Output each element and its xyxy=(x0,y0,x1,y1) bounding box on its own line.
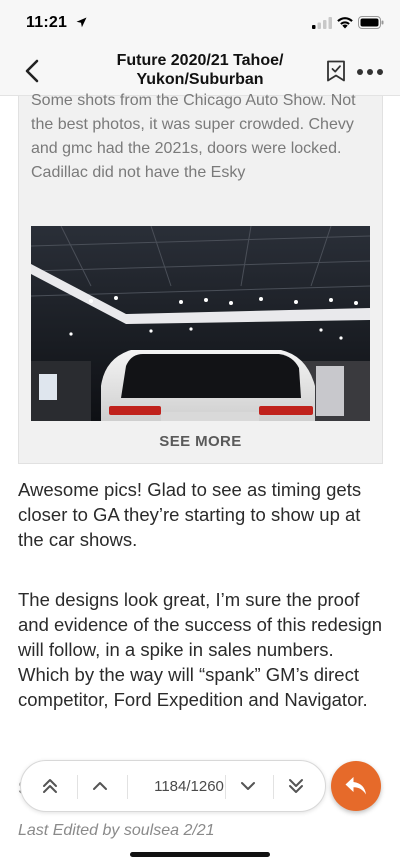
battery-icon xyxy=(358,16,384,29)
status-bar: 11:21 xyxy=(0,0,400,44)
double-chevron-up-icon[interactable] xyxy=(41,777,59,795)
quoted-post: Some shots from the Chicago Auto Show. N… xyxy=(18,92,383,464)
quote-photo[interactable] xyxy=(31,226,370,421)
topic-title: Future 2020/21 Tahoe/ Yukon/Suburban xyxy=(116,52,284,88)
location-arrow-icon xyxy=(76,17,87,28)
reply-button[interactable] xyxy=(331,761,381,811)
status-time: 11:21 xyxy=(26,14,68,31)
back-chevron-icon[interactable] xyxy=(20,58,46,84)
post-body: Awesome pics! Glad to see as timing gets… xyxy=(18,479,362,550)
see-more-button[interactable]: SEE MORE xyxy=(19,421,382,463)
chevron-up-icon[interactable] xyxy=(91,777,109,795)
nav-divider xyxy=(77,775,78,799)
post-position-counter[interactable]: 1184/1260 xyxy=(149,761,229,813)
bookmark-icon[interactable] xyxy=(326,60,346,82)
post-body: The designs look great, I’m sure the pro… xyxy=(18,589,383,710)
last-edited-note: Last Edited by soulsea 2/21 xyxy=(18,822,215,839)
nav-divider xyxy=(127,775,128,799)
post-navigation-bar: 1184/1260 xyxy=(20,760,326,812)
chevron-down-icon[interactable] xyxy=(239,777,257,795)
reply-icon xyxy=(345,777,366,795)
home-indicator xyxy=(130,852,270,857)
nav-divider xyxy=(273,775,274,799)
double-chevron-down-icon[interactable] xyxy=(287,777,305,795)
auto-show-photo xyxy=(31,226,370,421)
nav-divider xyxy=(225,775,226,799)
wifi-icon xyxy=(337,17,353,29)
signal-icon xyxy=(312,17,332,29)
more-dots-icon[interactable] xyxy=(356,68,384,76)
quote-text: Some shots from the Chicago Auto Show. N… xyxy=(31,92,356,181)
